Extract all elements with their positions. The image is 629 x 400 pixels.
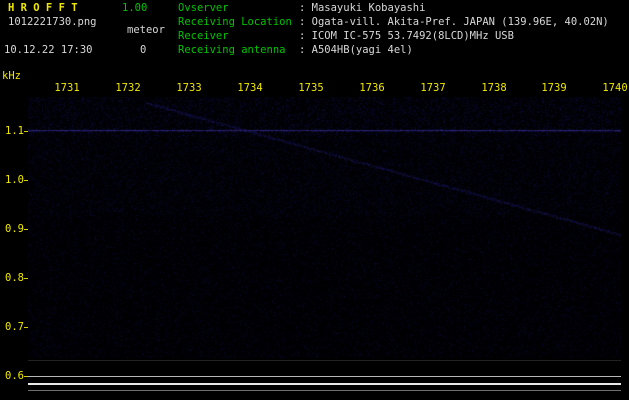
freq-label: 0.6 bbox=[5, 370, 24, 382]
time-label: 1735 bbox=[298, 82, 324, 94]
info-row-receiver: Receiver : ICOM IC-575 53.7492(8LCD)MHz U… bbox=[178, 30, 514, 43]
info-label: Receiving antenna bbox=[178, 44, 286, 56]
time-label: 1737 bbox=[420, 82, 446, 94]
time-label: 1740 bbox=[602, 82, 628, 94]
time-label: 1731 bbox=[54, 82, 80, 94]
info-value: : ICOM IC-575 53.7492(8LCD)MHz USB bbox=[299, 30, 514, 42]
info-value: : Ogata-vill. Akita-Pref. JAPAN (139.96E… bbox=[299, 16, 609, 28]
freq-label: 0.8 bbox=[5, 272, 24, 284]
time-label: 1739 bbox=[541, 82, 567, 94]
info-value: : Masayuki Kobayashi bbox=[299, 2, 426, 14]
signal-strip-top-line bbox=[28, 360, 621, 361]
signal-level-line bbox=[28, 390, 621, 391]
app-version: 1.00 bbox=[122, 2, 148, 14]
spectrogram-canvas bbox=[28, 97, 621, 358]
info-row-location: Receiving Location : Ogata-vill. Akita-Pr… bbox=[178, 16, 609, 29]
hrofft-screen: H R O F F T 1.00 1012221730.png meteor 1… bbox=[0, 0, 629, 400]
info-label: Receiving Location bbox=[178, 16, 292, 28]
info-value: : A504HB(yagi 4el) bbox=[299, 44, 413, 56]
signal-level-line bbox=[28, 383, 621, 385]
app-title: H R O F F T bbox=[8, 2, 78, 14]
info-row-antenna: Receiving antenna : A504HB(yagi 4el) bbox=[178, 44, 413, 57]
meteor-count: 0 bbox=[140, 44, 147, 56]
time-label: 1732 bbox=[115, 82, 141, 94]
datetime-label: 10.12.22 17:30 bbox=[4, 44, 93, 56]
freq-label: 1.0 bbox=[5, 174, 24, 186]
signal-level-line bbox=[28, 376, 621, 377]
freq-label: 1.1 bbox=[5, 125, 24, 137]
time-label: 1734 bbox=[237, 82, 263, 94]
freq-label: 0.9 bbox=[5, 223, 24, 235]
time-label: 1733 bbox=[176, 82, 202, 94]
info-row-observer: Ovserver : Masayuki Kobayashi bbox=[178, 2, 425, 15]
time-label: 1736 bbox=[359, 82, 385, 94]
output-filename: 1012221730.png bbox=[8, 16, 97, 28]
info-label: Receiver bbox=[178, 30, 229, 42]
time-label: 1738 bbox=[481, 82, 507, 94]
freq-label: 0.7 bbox=[5, 321, 24, 333]
y-axis-unit-label: kHz bbox=[2, 70, 21, 82]
info-label: Ovserver bbox=[178, 2, 229, 14]
mode-label: meteor bbox=[127, 24, 165, 36]
